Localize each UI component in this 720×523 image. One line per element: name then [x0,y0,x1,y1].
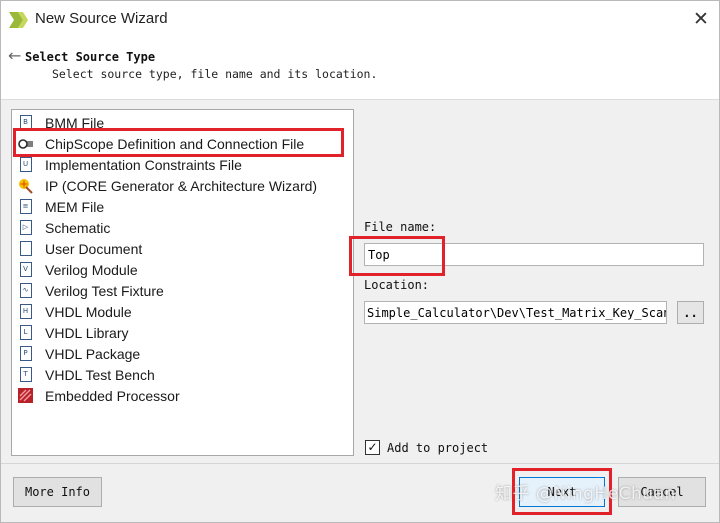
chipscope-highlight-box [13,128,344,157]
list-item-vhdl-library[interactable]: L VHDL Library [18,322,129,343]
embedded-processor-icon [18,388,33,404]
list-item-implementation-constraints[interactable]: U Implementation Constraints File [18,154,242,175]
list-item-label: VHDL Library [45,324,129,341]
watermark: 知乎 @NingHeChuan [495,484,676,504]
footer-divider [1,463,719,464]
list-item-label: Embedded Processor [45,387,180,404]
list-item-vhdl-package[interactable]: P VHDL Package [18,343,140,364]
ip-core-icon [18,178,33,194]
page-title: Select Source Type [25,50,156,64]
list-item-label: Verilog Module [45,261,138,278]
list-item-label: Verilog Test Fixture [45,282,164,299]
more-info-button[interactable]: More Info [13,477,102,507]
list-item-label: VHDL Test Bench [45,366,155,383]
wizard-header: ← Select Source Type Select source type,… [1,39,719,99]
vhdl-package-icon: P [18,346,33,362]
title-bar: New Source Wizard ✕ [1,1,719,39]
close-icon: ✕ [693,8,709,30]
list-item-verilog-test-fixture[interactable]: ∿ Verilog Test Fixture [18,280,164,301]
list-item-schematic[interactable]: ▷ Schematic [18,217,110,238]
back-arrow-icon[interactable]: ← [8,48,21,64]
list-item-label: VHDL Package [45,345,141,362]
user-document-icon [18,241,33,257]
page-subtitle: Select source type, file name and its lo… [52,67,378,81]
list-item-vhdl-test-bench[interactable]: T VHDL Test Bench [18,364,155,385]
list-item-label: User Document [45,240,143,257]
list-item-label: MEM File [45,198,105,215]
new-source-wizard-window: New Source Wizard ✕ ← Select Source Type… [0,0,720,523]
list-item-label: IP (CORE Generator & Architecture Wizard… [45,177,318,194]
close-button[interactable]: ✕ [685,5,717,33]
header-divider [1,99,719,100]
list-item-user-document[interactable]: User Document [18,238,142,259]
vhdl-module-icon: H [18,304,33,320]
list-item-label: Implementation Constraints File [45,156,242,173]
checkmark-icon: ✓ [367,440,378,454]
location-input[interactable]: Simple_Calculator\Dev\Test_Matrix_Key_Sc… [364,301,667,324]
window-title: New Source Wizard [35,10,168,27]
file-name-label: File name: [364,220,437,234]
list-item-ip-core[interactable]: IP (CORE Generator & Architecture Wizard… [18,175,317,196]
list-item-label: VHDL Module [45,303,132,320]
location-label: Location: [364,278,430,292]
add-to-project-checkbox[interactable]: ✓ [365,440,380,455]
add-to-project-label: Add to project [387,441,489,455]
browse-button[interactable]: .. [677,301,704,324]
list-item-verilog-module[interactable]: V Verilog Module [18,259,138,280]
verilog-module-icon: V [18,262,33,278]
list-item-embedded-processor[interactable]: Embedded Processor [18,385,180,406]
vhdl-library-icon: L [18,325,33,341]
list-item-vhdl-module[interactable]: H VHDL Module [18,301,132,322]
source-type-list[interactable]: B BMM File ChipScope Definition and Conn… [11,109,354,456]
mem-file-icon: ≡ [18,199,33,215]
constraints-file-icon: U [18,157,33,173]
verilog-test-fixture-icon: ∿ [18,283,33,299]
file-name-highlight-box [349,236,445,276]
list-item-label: Schematic [45,219,111,236]
xilinx-logo-icon [9,12,28,28]
list-item-mem-file[interactable]: ≡ MEM File [18,196,104,217]
vhdl-test-bench-icon: T [18,367,33,383]
schematic-icon: ▷ [18,220,33,236]
